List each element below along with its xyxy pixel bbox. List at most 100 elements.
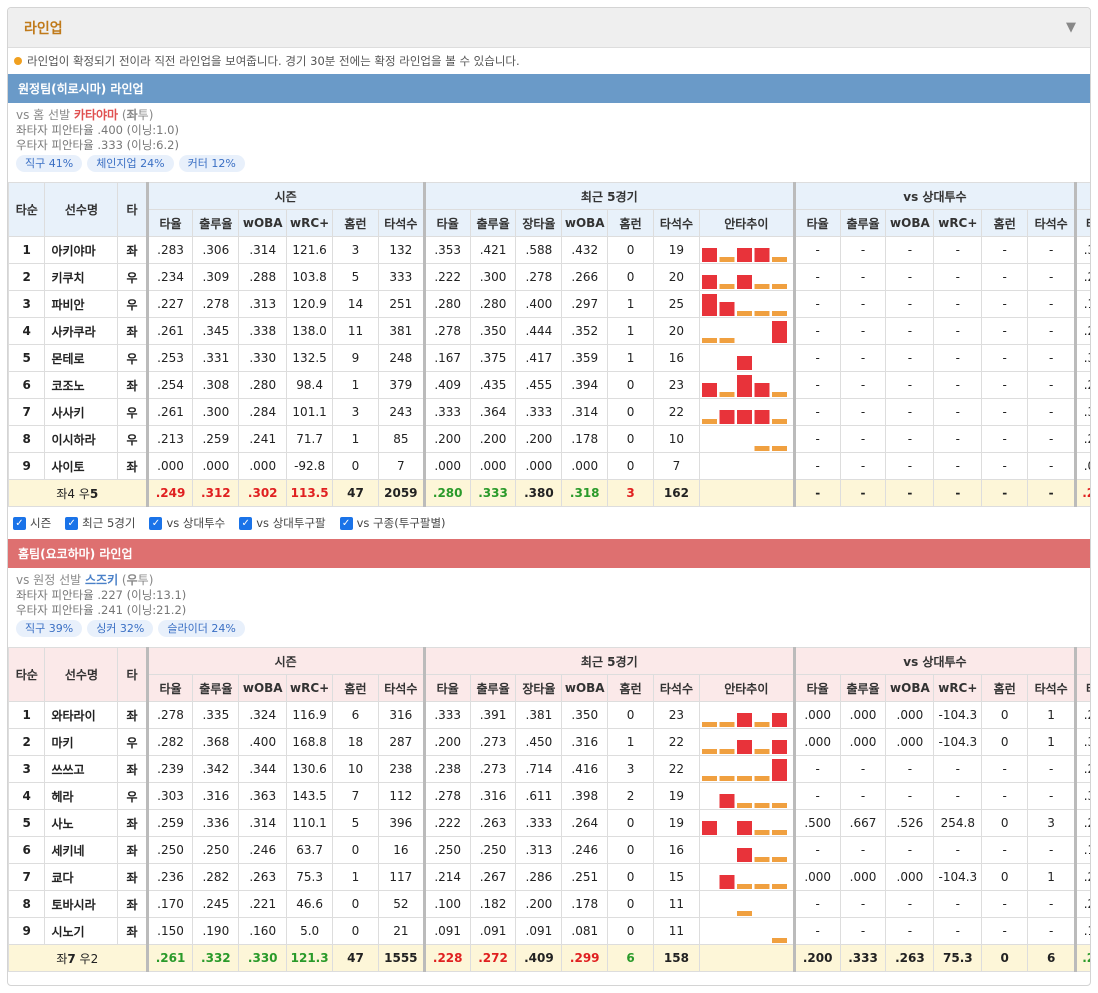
table-row[interactable]: 2 키쿠치 우 .234.309.288 103.8 5 333.222.300.278.2…: [8, 263, 1090, 291]
checkbox-checked-icon[interactable]: ✓: [65, 516, 79, 530]
col-header-name[interactable]: 선수명: [44, 647, 119, 702]
checkbox-checked-icon[interactable]: ✓: [149, 516, 163, 530]
col-header-vs[interactable]: 타석수: [1027, 209, 1077, 237]
col-header-vs[interactable]: wOBA: [885, 674, 935, 702]
col-header-season[interactable]: 타율: [145, 209, 194, 237]
filter-checkbox[interactable]: ✓ 시즌: [13, 515, 51, 531]
player-name[interactable]: 아키야마: [44, 236, 119, 264]
col-header-recent[interactable]: 홈런: [607, 674, 654, 702]
player-name[interactable]: 토바시라: [44, 890, 119, 918]
table-row[interactable]: 4 사카쿠라 좌 .261.345.338 138.0 11 381.278.350.444…: [8, 317, 1090, 345]
player-name[interactable]: 헤라: [44, 782, 119, 810]
player-name[interactable]: 쿄다: [44, 863, 119, 891]
col-header-vs[interactable]: 타율: [792, 674, 841, 702]
player-name[interactable]: 사카쿠라: [44, 317, 119, 345]
player-name[interactable]: 파비안: [44, 290, 119, 318]
table-row[interactable]: 1 와타라이 좌 .278.335.324 116.9 6 316.333.391.381.…: [8, 701, 1090, 729]
col-header-season[interactable]: wRC+: [286, 674, 334, 702]
filter-checkbox[interactable]: ✓ vs 상대투구팔: [239, 515, 326, 531]
season-stat: 110.1: [286, 809, 334, 837]
col-header-vs[interactable]: 출루율: [839, 209, 887, 237]
col-header-recent[interactable]: 홈런: [607, 209, 654, 237]
table-row[interactable]: 1 아키야마 좌 .283.306.314 121.6 3 132.353.421.588.…: [8, 236, 1090, 264]
away-pitcher-name[interactable]: 카타야마: [74, 108, 118, 122]
filter-checkbox[interactable]: ✓ 최근 5경기: [65, 515, 135, 531]
table-row[interactable]: 3 쓰쓰고 좌 .239.342.344 130.6 10 238.238.273.714.…: [8, 755, 1090, 783]
col-header-vs[interactable]: wOBA: [885, 209, 935, 237]
total-vs-stat: .263: [885, 944, 935, 972]
col-header-season[interactable]: wRC+: [286, 209, 334, 237]
player-name[interactable]: 시노기: [44, 917, 119, 945]
col-header-recent[interactable]: 장타율: [515, 209, 563, 237]
col-header-recent[interactable]: 타율: [422, 209, 471, 237]
table-row[interactable]: 8 토바시라 좌 .170.245.221 46.6 0 52.100.182.200.17…: [8, 890, 1090, 918]
col-header-recent[interactable]: 타율: [422, 674, 471, 702]
table-row[interactable]: 8 이시하라 우 .213.259.241 71.7 1 85.200.200.200.17…: [8, 425, 1090, 453]
col-header-recent[interactable]: wOBA: [561, 209, 609, 237]
col-header-vs[interactable]: 홈런: [981, 209, 1029, 237]
player-name[interactable]: 사이토: [44, 452, 119, 480]
checkbox-checked-icon[interactable]: ✓: [339, 516, 353, 530]
table-row[interactable]: 3 파비안 우 .227.278.313 120.9 14 251.280.280.400.…: [8, 290, 1090, 318]
col-header-extra[interactable]: 타율: [1074, 209, 1090, 237]
triangle-down-icon[interactable]: ▼: [1066, 20, 1076, 35]
col-header-recent[interactable]: 안타추이: [698, 674, 795, 702]
col-header-vs[interactable]: 홈런: [981, 674, 1029, 702]
table-row[interactable]: 7 쿄다 좌 .236.282.263 75.3 1 117.214.267.286.251…: [8, 863, 1090, 891]
checkbox-checked-icon[interactable]: ✓: [13, 516, 26, 530]
player-name[interactable]: 몬테로: [44, 344, 119, 372]
table-row[interactable]: 4 헤라 우 .303.316.363 143.5 7 112.278.316.611.39…: [8, 782, 1090, 810]
table-row[interactable]: 5 사노 좌 .259.336.314 110.1 5 396.222.263.333.26…: [8, 809, 1090, 837]
table-row[interactable]: 9 시노기 좌 .150.190.160 5.0 0 21.091.091.091.081 0…: [8, 917, 1090, 945]
panel-header[interactable]: 라인업 ▼: [8, 8, 1090, 48]
player-name[interactable]: 키쿠치: [44, 263, 119, 291]
col-header-vs[interactable]: 타율: [792, 209, 841, 237]
checkbox-checked-icon[interactable]: ✓: [239, 516, 253, 530]
table-row[interactable]: 5 몬테로 우 .253.331.330 132.5 9 248.167.375.417.3…: [8, 344, 1090, 372]
home-table-wrap[interactable]: 타순 선수명 타 시즌 최근 5경기 vs 상대투수 타율 출루율 wOBA wRC+ 홈런 타석수 타…: [8, 647, 1090, 972]
col-header-season[interactable]: 홈런: [332, 209, 379, 237]
table-row[interactable]: 2 마키 우 .282.368.400 168.8 18 287.200.273.450.3…: [8, 728, 1090, 756]
filter-checkbox[interactable]: ✓ vs 구종(투구팔별): [339, 515, 446, 531]
table-row[interactable]: 6 세키네 좌 .250.250.246 63.7 0 16.250.250.313.246…: [8, 836, 1090, 864]
table-row[interactable]: 7 사사키 우 .261.300.284 101.1 3 243.333.364.333.3…: [8, 398, 1090, 426]
col-header-order[interactable]: 타순: [8, 182, 46, 237]
col-header-season[interactable]: 출루율: [192, 674, 240, 702]
player-name[interactable]: 마키: [44, 728, 119, 756]
col-header-vs[interactable]: 출루율: [839, 674, 887, 702]
player-name[interactable]: 사노: [44, 809, 119, 837]
col-header-season[interactable]: 타석수: [377, 674, 425, 702]
col-header-recent[interactable]: 출루율: [469, 674, 517, 702]
col-header-extra[interactable]: 타율: [1074, 674, 1090, 702]
col-header-recent[interactable]: 출루율: [469, 209, 517, 237]
away-table-wrap[interactable]: 타순 선수명 타 시즌 최근 5경기 vs 상대투수 타율 출루율 wOBA wRC+ 홈런 타석수 타…: [8, 182, 1090, 507]
player-name[interactable]: 이시하라: [44, 425, 119, 453]
table-row[interactable]: 6 코조노 좌 .254.308.280 98.4 1 379.409.435.455.39…: [8, 371, 1090, 399]
col-header-order[interactable]: 타순: [8, 647, 46, 702]
col-header-vs[interactable]: wRC+: [933, 209, 983, 237]
col-header-hand[interactable]: 타: [117, 647, 148, 702]
player-name[interactable]: 와타라이: [44, 701, 119, 729]
col-header-recent[interactable]: 타석수: [653, 674, 700, 702]
col-header-season[interactable]: 홈런: [332, 674, 379, 702]
col-header-vs[interactable]: wRC+: [933, 674, 983, 702]
table-row[interactable]: 9 사이토 좌 .000.000.000 -92.8 0 7.000.000.000.000…: [8, 452, 1090, 480]
col-header-recent[interactable]: 안타추이: [698, 209, 795, 237]
player-name[interactable]: 코조노: [44, 371, 119, 399]
col-header-season[interactable]: 타석수: [377, 209, 425, 237]
filter-checkbox[interactable]: ✓ vs 상대투수: [149, 515, 225, 531]
col-header-name[interactable]: 선수명: [44, 182, 119, 237]
player-name[interactable]: 세키네: [44, 836, 119, 864]
player-name[interactable]: 사사키: [44, 398, 119, 426]
col-header-season[interactable]: 출루율: [192, 209, 240, 237]
col-header-season[interactable]: 타율: [145, 674, 194, 702]
col-header-season[interactable]: wOBA: [238, 674, 288, 702]
col-header-recent[interactable]: 장타율: [515, 674, 563, 702]
col-header-recent[interactable]: wOBA: [561, 674, 609, 702]
col-header-season[interactable]: wOBA: [238, 209, 288, 237]
col-header-hand[interactable]: 타: [117, 182, 148, 237]
col-header-vs[interactable]: 타석수: [1027, 674, 1077, 702]
home-pitcher-name[interactable]: 스즈키: [85, 573, 118, 587]
col-header-recent[interactable]: 타석수: [653, 209, 700, 237]
player-name[interactable]: 쓰쓰고: [44, 755, 119, 783]
